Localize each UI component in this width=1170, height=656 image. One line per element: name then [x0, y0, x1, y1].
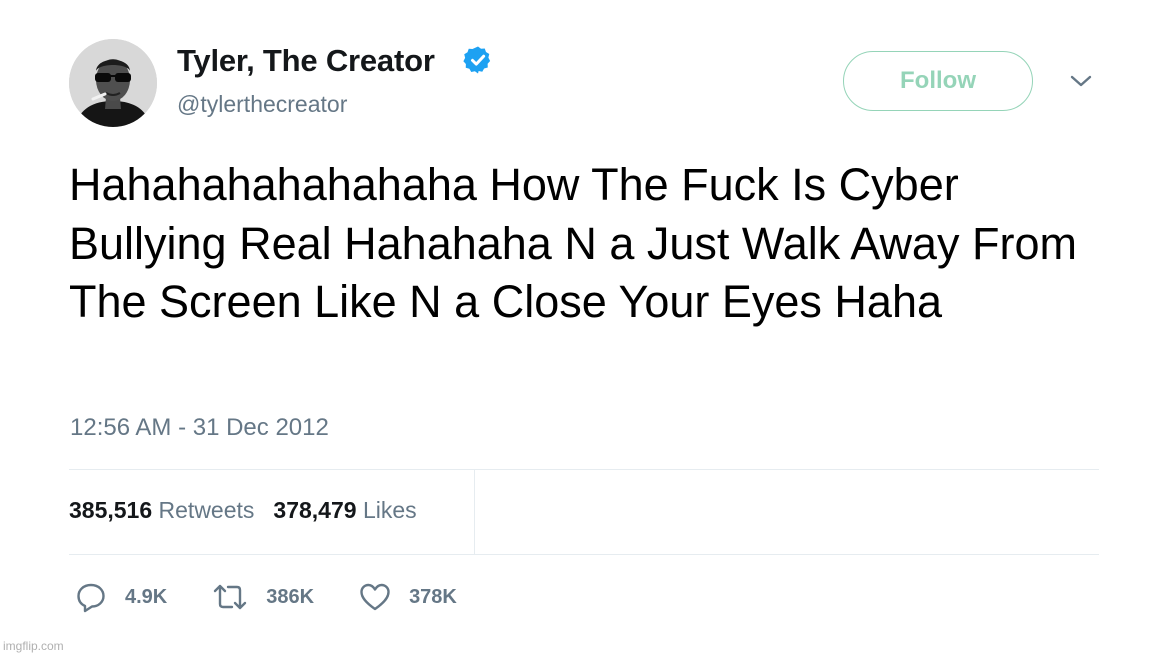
like-count: 378K — [409, 585, 457, 608]
chevron-down-icon[interactable] — [1068, 71, 1094, 91]
reply-button[interactable]: 4.9K — [75, 581, 167, 613]
divider — [69, 554, 1099, 555]
likes-label: Likes — [362, 497, 417, 523]
retweet-icon — [214, 584, 247, 610]
author-handle[interactable]: @tylerthecreator — [177, 91, 347, 118]
reply-icon — [77, 583, 105, 613]
reply-count: 4.9K — [125, 585, 168, 608]
retweet-button[interactable]: 386K — [212, 582, 314, 612]
tweet-text: Hahahahahahahaha How The Fuck Is Cyber B… — [69, 159, 1077, 327]
like-button[interactable]: 378K — [359, 582, 457, 612]
retweet-count: 386K — [266, 585, 315, 608]
watermark: imgflip.com — [3, 639, 64, 653]
avatar[interactable] — [69, 39, 157, 127]
engagement-stats: 385,516 Retweets 378,479 Likes — [69, 497, 417, 524]
retweets-count: 385,516 — [69, 497, 153, 523]
likes-stat[interactable]: 378,479 Likes — [273, 497, 416, 523]
retweets-label: Retweets — [158, 497, 255, 523]
follow-button[interactable]: Follow — [843, 51, 1033, 111]
heart-icon — [360, 583, 390, 611]
retweets-stat[interactable]: 385,516 Retweets — [69, 497, 254, 523]
divider — [69, 469, 1099, 470]
verified-badge-icon — [463, 46, 491, 74]
avatar-photo — [69, 39, 157, 127]
likes-count: 378,479 — [273, 497, 357, 523]
tweet-timestamp[interactable]: 12:56 AM - 31 Dec 2012 — [70, 414, 329, 442]
display-name[interactable]: Tyler, The Creator — [177, 43, 435, 79]
stats-divider — [474, 470, 475, 554]
tweet-actions: 4.9K 386K 378K — [75, 580, 457, 614]
